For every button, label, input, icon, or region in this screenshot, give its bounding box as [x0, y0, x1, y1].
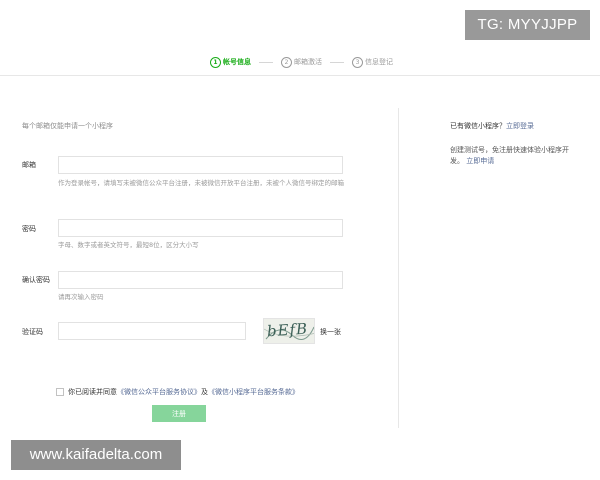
step-account-info: 1 帐号信息: [210, 56, 251, 68]
password-input[interactable]: [58, 219, 343, 237]
step-label: 邮箱激活: [294, 58, 322, 66]
header-divider: [0, 75, 600, 76]
site-watermark: www.kaifadelta.com: [11, 440, 181, 470]
register-button[interactable]: 注册: [152, 405, 206, 422]
captcha-input[interactable]: [58, 322, 246, 340]
agreement-middle: 及: [201, 388, 208, 396]
apply-link[interactable]: 立即申请: [466, 157, 494, 165]
step-number: 3: [352, 56, 363, 68]
login-link[interactable]: 立即登录: [506, 122, 534, 130]
step-label: 信息登记: [365, 58, 393, 66]
agreement-prefix: 你已阅读并同意: [68, 388, 117, 396]
password-hint: 字母、数字或者英文符号，最短8位，区分大小写: [58, 241, 199, 249]
step-number: 1: [210, 56, 221, 68]
step-email-activation: 2 邮箱激活: [281, 56, 322, 68]
email-hint: 作为登录帐号，请填写未被微信公众平台注册，未被微信开放平台注册，未被个人微信号绑…: [58, 179, 344, 187]
email-label: 邮箱: [22, 161, 36, 169]
confirm-password-hint: 请再次输入密码: [58, 293, 104, 301]
step-number: 2: [281, 56, 292, 68]
service-terms-link[interactable]: 《微信小程序平台服务条款》: [208, 387, 299, 397]
captcha-label: 验证码: [22, 328, 43, 336]
side-question: 已有微信小程序？: [450, 122, 506, 130]
service-agreement-link[interactable]: 《微信公众平台服务协议》: [117, 387, 201, 397]
email-input[interactable]: [58, 156, 343, 174]
step-connector: [330, 61, 344, 63]
password-label: 密码: [22, 225, 36, 233]
tg-watermark: TG: MYYJJPP: [465, 10, 590, 40]
side-test-account: 创建测试号，免注册快速体验小程序开发。 立即申请: [450, 145, 575, 167]
captcha-text: bEfB: [266, 319, 309, 341]
form-notice: 每个邮箱仅能申请一个小程序: [22, 122, 113, 130]
column-divider: [398, 108, 399, 428]
step-connector: [259, 61, 273, 63]
side-login-prompt: 已有微信小程序？立即登录: [450, 121, 534, 131]
captcha-refresh-link[interactable]: 换一张: [320, 327, 341, 337]
step-info-registration: 3 信息登记: [352, 56, 393, 68]
step-label: 帐号信息: [223, 58, 251, 66]
progress-steps: 1 帐号信息 2 邮箱激活 3 信息登记: [210, 55, 393, 69]
agreement-checkbox[interactable]: [56, 388, 64, 396]
confirm-password-label: 确认密码: [22, 276, 50, 284]
agreement-row: 你已阅读并同意 《微信公众平台服务协议》 及 《微信小程序平台服务条款》: [56, 387, 299, 397]
captcha-image[interactable]: bEfB: [263, 318, 315, 344]
confirm-password-input[interactable]: [58, 271, 343, 289]
